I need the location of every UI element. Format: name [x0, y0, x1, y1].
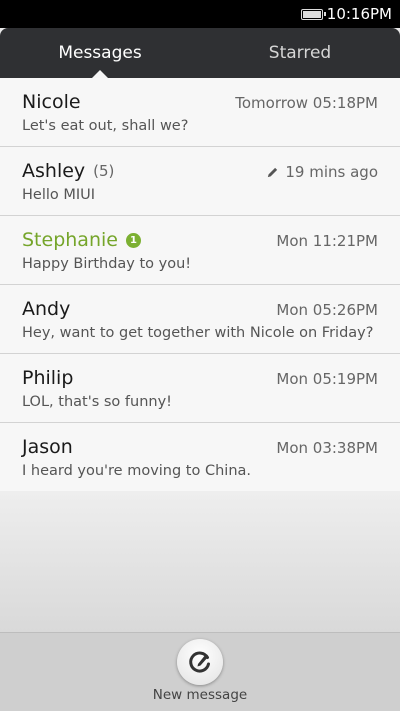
message-row[interactable]: Philip LOL, that's so funny! Mon 05:19PM — [0, 354, 400, 423]
message-time: Mon 05:19PM — [276, 370, 378, 388]
status-bar: 10:16PM — [0, 0, 400, 28]
contact-name: Ashley — [22, 160, 86, 182]
message-snippet: Let's eat out, shall we? — [22, 118, 189, 134]
compose-icon — [189, 651, 210, 673]
message-time: Mon 05:26PM — [276, 301, 378, 319]
message-row[interactable]: Ashley (5) Hello MIUI 19 mins ago — [0, 147, 400, 216]
tab-bar: Messages Starred — [0, 28, 400, 79]
thread-count: (5) — [93, 162, 115, 180]
message-row[interactable]: Stephanie 1 Happy Birthday to you! Mon 1… — [0, 216, 400, 285]
message-snippet: I heard you're moving to China. — [22, 463, 252, 479]
message-time: Tomorrow 05:18PM — [235, 94, 378, 112]
message-snippet: Hey, want to get together with Nicole on… — [22, 325, 374, 341]
new-message-label: New message — [152, 687, 248, 703]
message-time: 19 mins ago — [285, 163, 378, 181]
pencil-icon — [268, 167, 278, 177]
contact-name: Andy — [22, 298, 71, 320]
contact-name: Stephanie — [22, 229, 118, 251]
tab-messages[interactable]: Messages — [0, 28, 200, 79]
message-list: Nicole Let's eat out, shall we? Tomorrow… — [0, 78, 400, 492]
contact-name: Nicole — [22, 91, 81, 113]
bottom-bar: New message — [0, 632, 400, 711]
message-time: Mon 03:38PM — [276, 439, 378, 457]
battery-icon — [300, 8, 326, 20]
status-time: 10:16PM — [326, 5, 392, 23]
message-snippet: Hello MIUI — [22, 187, 96, 203]
message-row[interactable]: Nicole Let's eat out, shall we? Tomorrow… — [0, 78, 400, 147]
message-time: Mon 11:21PM — [276, 232, 378, 250]
tab-starred[interactable]: Starred — [200, 28, 400, 78]
contact-name: Philip — [22, 367, 74, 389]
contact-name: Jason — [22, 436, 73, 458]
message-row[interactable]: Andy Hey, want to get together with Nico… — [0, 285, 400, 354]
message-snippet: LOL, that's so funny! — [22, 394, 172, 410]
unread-badge: 1 — [125, 232, 141, 248]
empty-list-area — [0, 491, 400, 632]
new-message-button[interactable] — [177, 639, 223, 685]
message-snippet: Happy Birthday to you! — [22, 256, 192, 272]
message-row[interactable]: Jason I heard you're moving to China. Mo… — [0, 423, 400, 492]
